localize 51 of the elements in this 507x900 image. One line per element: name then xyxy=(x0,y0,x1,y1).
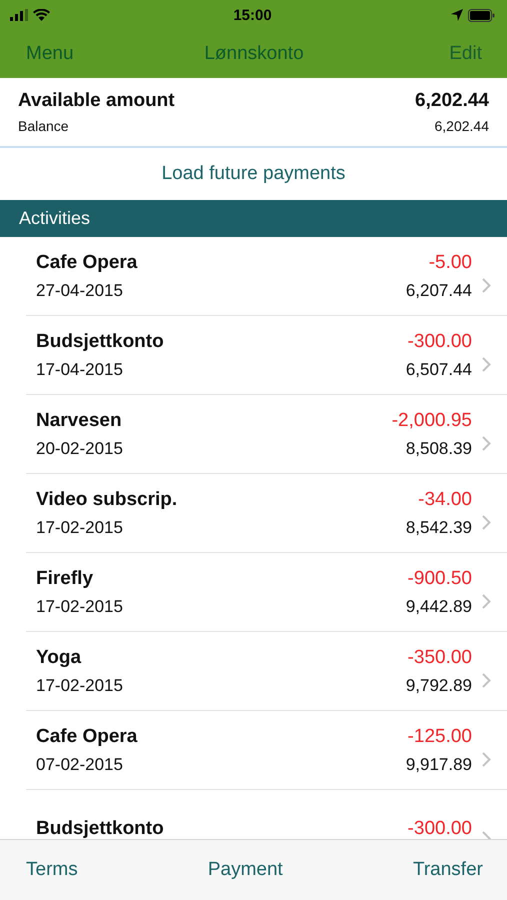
activity-row[interactable]: Yoga 17-02-2015 -350.00 9,792.89 xyxy=(26,632,507,711)
activity-balance: 9,792.89 xyxy=(406,676,472,696)
status-time: 15:00 xyxy=(233,6,272,24)
activity-name: Yoga xyxy=(36,646,82,668)
activity-name: Narvesen xyxy=(36,410,123,432)
activity-row[interactable]: Narvesen 20-02-2015 -2,000.95 8,508.39 xyxy=(26,395,507,474)
activity-name: Firefly xyxy=(36,568,94,590)
activity-row[interactable]: Budsjettkonto 17-04-2015 -300.00 6,507.44 xyxy=(26,316,507,395)
activity-amount: -34.00 xyxy=(418,488,472,510)
balance-amount: 6,202.44 xyxy=(434,117,489,136)
activity-name: Cafe Opera xyxy=(36,726,138,748)
activity-name: Budsjettkonto xyxy=(36,330,165,352)
activity-row[interactable]: Video subscrip. 17-02-2015 -34.00 8,542.39 xyxy=(26,474,507,553)
location-arrow-icon xyxy=(451,9,463,21)
activity-date: 07-02-2015 xyxy=(36,754,124,774)
activity-amount: -900.50 xyxy=(408,568,472,590)
activity-date: 17-02-2015 xyxy=(36,518,124,538)
activity-balance: 6,207.44 xyxy=(406,280,472,300)
activity-name: Cafe Opera xyxy=(36,252,138,274)
screen-title: Lønnskonto xyxy=(204,43,304,65)
activity-amount: -300.00 xyxy=(408,330,472,352)
activity-balance: 8,508.39 xyxy=(406,438,472,458)
activity-balance: 6,507.44 xyxy=(406,360,472,380)
activity-date: 20-02-2015 xyxy=(36,438,124,458)
activity-balance: 9,917.89 xyxy=(406,754,472,774)
tab-button[interactable]: Payment xyxy=(208,859,283,881)
activity-amount: -2,000.95 xyxy=(392,410,472,432)
balance-label: Balance xyxy=(18,117,69,136)
activity-amount: -5.00 xyxy=(428,252,472,274)
available-amount: 6,202.44 xyxy=(415,89,489,113)
activity-row[interactable]: Firefly 17-02-2015 -900.50 9,442.89 xyxy=(26,553,507,632)
tab-button[interactable]: Terms xyxy=(26,859,78,881)
activity-balance: 9,442.89 xyxy=(406,596,472,616)
available-label: Available amount xyxy=(18,89,175,113)
battery-icon xyxy=(468,8,495,22)
activity-date: 17-04-2015 xyxy=(36,360,124,380)
activity-date: 27-04-2015 xyxy=(36,280,124,300)
activity-amount: -300.00 xyxy=(408,818,472,839)
activity-row[interactable]: Cafe Opera 27-04-2015 -5.00 6,207.44 xyxy=(26,237,507,316)
activity-name: Video subscrip. xyxy=(36,488,178,510)
activity-amount: -125.00 xyxy=(408,726,472,748)
section-title: Activities xyxy=(19,208,90,229)
activity-date: 17-02-2015 xyxy=(36,596,124,616)
activity-row[interactable]: Cafe Opera 07-02-2015 -125.00 9,917.89 xyxy=(26,711,507,790)
activity-balance: 8,542.39 xyxy=(406,518,472,538)
wifi-icon xyxy=(33,9,50,21)
activity-amount: -350.00 xyxy=(408,646,472,668)
signal-icon xyxy=(10,9,28,21)
tab-button[interactable]: Transfer xyxy=(412,859,483,881)
activity-date: 17-02-2015 xyxy=(36,676,124,696)
activity-name: Budsjettkonto xyxy=(36,818,165,839)
